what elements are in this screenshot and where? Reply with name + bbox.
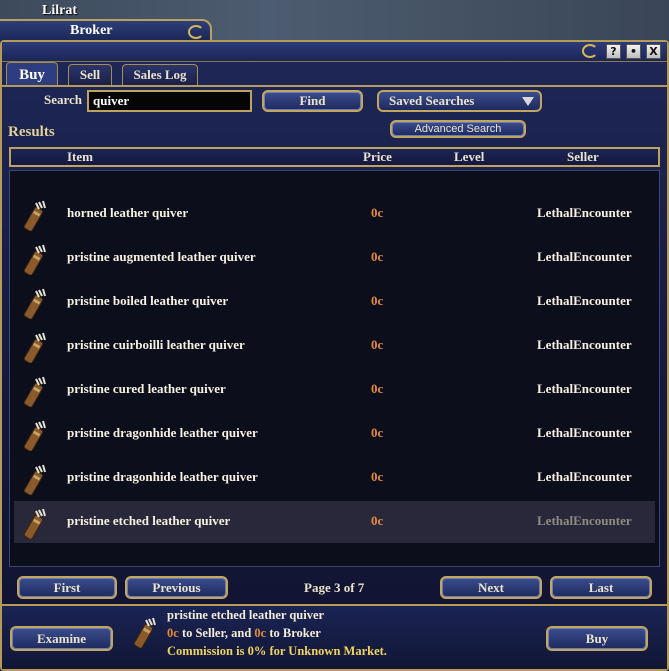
item-price: 0c — [371, 425, 384, 440]
item-seller: LethalEncounter — [537, 513, 632, 528]
options-button[interactable]: • — [626, 44, 641, 59]
tab-divider — [2, 85, 667, 87]
next-page-button[interactable]: Next — [440, 576, 542, 599]
column-header-price[interactable]: Price — [363, 149, 392, 165]
last-page-button[interactable]: Last — [550, 576, 652, 599]
first-page-button[interactable]: First — [17, 576, 117, 599]
quiver-icon — [20, 199, 52, 232]
item-name: pristine cuirboilli leather quiver — [67, 337, 245, 352]
table-row[interactable]: pristine dragonhide leather quiver 0c Leth… — [14, 457, 655, 499]
item-seller: LethalEncounter — [537, 205, 632, 220]
advanced-search-button[interactable]: Advanced Search — [390, 120, 526, 138]
quiver-icon — [20, 419, 52, 452]
quiver-icon — [20, 463, 52, 496]
table-row[interactable]: pristine cured leather quiver 0c LethalEnc… — [14, 369, 655, 411]
table-row[interactable]: pristine augmented leather quiver 0c Letha… — [14, 237, 655, 279]
item-seller: LethalEncounter — [537, 381, 632, 396]
window-owner-name: Lilrat — [42, 3, 77, 18]
close-button[interactable]: X — [646, 44, 661, 59]
item-name: horned leather quiver — [67, 205, 189, 220]
results-list[interactable]: horned leather quiver 0c LethalEncounter pr… — [9, 170, 660, 567]
search-input[interactable] — [87, 90, 252, 112]
seller-amount: 0c — [167, 626, 179, 640]
page-indicator: Page 3 of 7 — [304, 580, 365, 595]
table-row[interactable]: pristine cuirboilli leather quiver 0c Leth… — [14, 325, 655, 367]
chevron-down-icon — [522, 97, 534, 106]
item-seller: LethalEncounter — [537, 249, 632, 264]
examine-button[interactable]: Examine — [10, 626, 113, 651]
column-header-level[interactable]: Level — [454, 149, 484, 165]
tab-bar: Buy Sell Sales Log — [2, 62, 667, 86]
item-price: 0c — [371, 469, 384, 484]
column-header-item[interactable]: Item — [67, 149, 93, 165]
seller-text: to Seller, and — [178, 626, 255, 640]
saved-searches-label: Saved Searches — [389, 93, 475, 108]
tab-sales-log[interactable]: Sales Log — [122, 64, 198, 86]
footer-panel: Examine pristine etched leather quiver 0… — [2, 604, 667, 669]
table-row[interactable]: pristine dragonhide leather quiver 0c Leth… — [14, 413, 655, 455]
table-row[interactable]: pristine boiled leather quiver 0c LethalEn… — [14, 281, 655, 323]
item-price: 0c — [371, 249, 384, 264]
price-breakdown: 0c to Seller, and 0c to Broker — [167, 626, 321, 641]
quiver-icon — [20, 331, 52, 364]
title-bar[interactable]: ? • X — [2, 42, 667, 62]
item-price: 0c — [371, 293, 384, 308]
results-header: Item Price Level Seller — [9, 147, 660, 167]
broker-amount: 0c — [254, 626, 267, 640]
item-seller: LethalEncounter — [537, 337, 632, 352]
buy-button[interactable]: Buy — [546, 626, 648, 651]
tab-sell[interactable]: Sell — [68, 64, 112, 86]
tab-buy[interactable]: Buy — [6, 62, 58, 86]
item-name: pristine etched leather quiver — [67, 513, 231, 528]
item-name: pristine cured leather quiver — [67, 381, 226, 396]
swirl-ornament-icon — [582, 44, 598, 58]
quiver-icon — [20, 375, 52, 408]
previous-page-button[interactable]: Previous — [125, 576, 228, 599]
item-name: pristine dragonhide leather quiver — [67, 469, 258, 484]
table-row[interactable]: horned leather quiver 0c LethalEncounter — [14, 193, 655, 235]
item-seller: LethalEncounter — [537, 425, 632, 440]
item-price: 0c — [371, 381, 384, 396]
broker-text: to Broker — [266, 626, 321, 640]
quiver-icon — [130, 616, 162, 649]
item-price: 0c — [371, 205, 384, 220]
quiver-icon — [20, 507, 52, 540]
swirl-ornament-icon — [188, 25, 204, 39]
commission-text: Commission is 0% for Unknown Market. — [167, 644, 387, 658]
item-name: pristine boiled leather quiver — [67, 293, 229, 308]
quiver-icon — [20, 287, 52, 320]
window-title: Broker — [70, 23, 113, 38]
item-seller: LethalEncounter — [537, 469, 632, 484]
results-label: Results — [8, 124, 55, 140]
item-name: pristine augmented leather quiver — [67, 249, 256, 264]
quiver-icon — [20, 243, 52, 276]
find-button[interactable]: Find — [262, 90, 363, 112]
item-price: 0c — [371, 513, 384, 528]
saved-searches-dropdown[interactable]: Saved Searches — [377, 90, 542, 112]
broker-window: ? • X Buy Sell Sales Log Search Find Sav… — [0, 40, 669, 671]
item-price: 0c — [371, 337, 384, 352]
item-seller: LethalEncounter — [537, 293, 632, 308]
selected-item-name: pristine etched leather quiver — [167, 608, 325, 622]
column-header-seller[interactable]: Seller — [567, 149, 599, 165]
table-row[interactable]: pristine etched leather quiver 0c LethalEn… — [14, 501, 655, 543]
search-label: Search — [44, 92, 83, 107]
help-button[interactable]: ? — [606, 44, 621, 59]
item-name: pristine dragonhide leather quiver — [67, 425, 258, 440]
